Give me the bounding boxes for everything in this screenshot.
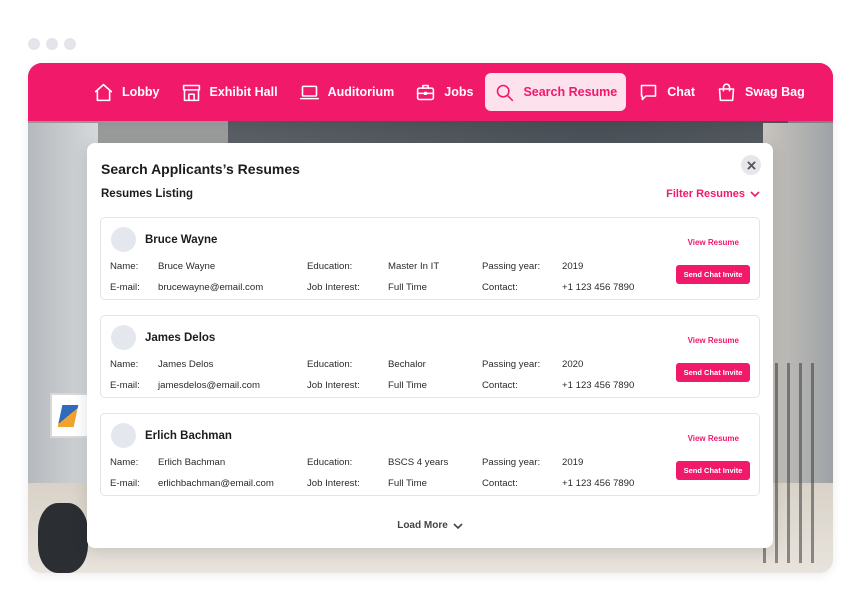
contact-value: +1 123 456 7890 (562, 478, 635, 489)
job-interest-value: Full Time (388, 282, 427, 293)
job-interest-label: Job Interest: (307, 478, 360, 489)
job-interest-label: Job Interest: (307, 380, 360, 391)
search-icon (497, 84, 514, 101)
send-chat-invite-button[interactable]: Send Chat Invite (676, 265, 750, 284)
shopping-bag-icon (718, 82, 735, 101)
nav-item-label: Auditorium (327, 85, 395, 99)
email-value: jamesdelos@email.com (158, 380, 260, 391)
education-value: Master In IT (388, 261, 440, 272)
passing-year-label: Passing year: (482, 359, 541, 370)
load-more-button[interactable]: Load More (87, 520, 773, 531)
contact-label: Contact: (482, 380, 518, 391)
chevron-down-icon (453, 522, 463, 529)
background-object (38, 503, 88, 573)
passing-year-label: Passing year: (482, 261, 541, 272)
education-value: BSCS 4 years (388, 457, 449, 468)
name-label: Name: (110, 457, 139, 468)
job-interest-value: Full Time (388, 478, 427, 489)
passing-year-value: 2019 (562, 457, 584, 468)
top-navbar: Lobby Exhibit Hall Auditorium Jobs Searc… (28, 63, 833, 121)
view-resume-link[interactable]: View Resume (688, 434, 739, 443)
name-label: Name: (110, 261, 139, 272)
applicant-name: Bruce Wayne (145, 234, 218, 246)
nav-item-search-resume[interactable]: Search Resume (485, 73, 627, 111)
nav-item-label: Chat (667, 85, 696, 99)
avatar (111, 227, 136, 252)
passing-year-label: Passing year: (482, 457, 541, 468)
load-more-label: Load More (397, 520, 448, 531)
nav-item-jobs[interactable]: Jobs (406, 73, 482, 111)
nav-item-chat[interactable]: Chat (629, 73, 704, 111)
banner-logo (57, 405, 79, 427)
applicant-card: Bruce Wayne Name: Bruce Wayne E-mail: br… (100, 217, 760, 300)
window-controls (28, 38, 76, 50)
contact-value: +1 123 456 7890 (562, 380, 635, 391)
filter-resumes-button[interactable]: Filter Resumes (666, 188, 760, 200)
education-label: Education: (307, 261, 353, 272)
nav-item-auditorium[interactable]: Auditorium (290, 73, 404, 111)
laptop-icon (299, 85, 319, 99)
nav-item-swag-bag[interactable]: Swag Bag (707, 73, 814, 111)
panel-title: Search Applicants’s Resumes (101, 161, 300, 177)
nav-item-exhibit-hall[interactable]: Exhibit Hall (172, 73, 287, 111)
app-window: Lobby Exhibit Hall Auditorium Jobs Searc… (28, 63, 833, 573)
chevron-down-icon (750, 191, 760, 198)
passing-year-value: 2020 (562, 359, 584, 370)
passing-year-value: 2019 (562, 261, 584, 272)
education-label: Education: (307, 359, 353, 370)
storefront-icon (182, 84, 200, 101)
applicant-name: James Delos (145, 332, 216, 344)
send-chat-invite-button[interactable]: Send Chat Invite (676, 363, 750, 382)
nav-item-label: Swag Bag (745, 85, 805, 99)
job-interest-value: Full Time (388, 380, 427, 391)
applicant-name: Erlich Bachman (145, 430, 232, 442)
chat-icon (640, 84, 657, 100)
nav-item-label: Jobs (444, 85, 474, 99)
avatar (111, 325, 136, 350)
applicant-card: James Delos Name: James Delos E-mail: ja… (100, 315, 760, 398)
list-heading: Resumes Listing (101, 188, 194, 200)
close-icon (746, 160, 756, 170)
view-resume-link[interactable]: View Resume (688, 238, 739, 247)
email-label: E-mail: (110, 478, 140, 489)
view-resume-link[interactable]: View Resume (688, 336, 739, 345)
nav-item-lobby[interactable]: Lobby (84, 73, 169, 111)
resume-search-panel: Search Applicants’s Resumes Resumes List… (87, 143, 773, 548)
home-icon (94, 83, 113, 101)
name-label: Name: (110, 359, 139, 370)
contact-label: Contact: (482, 478, 518, 489)
applicant-card: Erlich Bachman Name: Erlich Bachman E-ma… (100, 413, 760, 496)
window-dot (46, 38, 58, 50)
avatar (111, 423, 136, 448)
close-button[interactable] (741, 155, 761, 175)
education-value: Bechalor (388, 359, 426, 370)
window-dot (28, 38, 40, 50)
window-dot (64, 38, 76, 50)
email-label: E-mail: (110, 380, 140, 391)
nav-item-label: Exhibit Hall (209, 85, 278, 99)
contact-label: Contact: (482, 282, 518, 293)
email-value: erlichbachman@email.com (158, 478, 274, 489)
contact-value: +1 123 456 7890 (562, 282, 635, 293)
education-label: Education: (307, 457, 353, 468)
name-value: James Delos (158, 359, 214, 370)
filter-label: Filter Resumes (666, 188, 745, 200)
job-interest-label: Job Interest: (307, 282, 360, 293)
send-chat-invite-button[interactable]: Send Chat Invite (676, 461, 750, 480)
name-value: Bruce Wayne (158, 261, 216, 272)
email-value: brucewayne@email.com (158, 282, 264, 293)
nav-item-label: Lobby (122, 85, 160, 99)
nav-item-label: Search Resume (523, 85, 618, 99)
briefcase-icon (417, 84, 435, 100)
email-label: E-mail: (110, 282, 140, 293)
name-value: Erlich Bachman (158, 457, 226, 468)
